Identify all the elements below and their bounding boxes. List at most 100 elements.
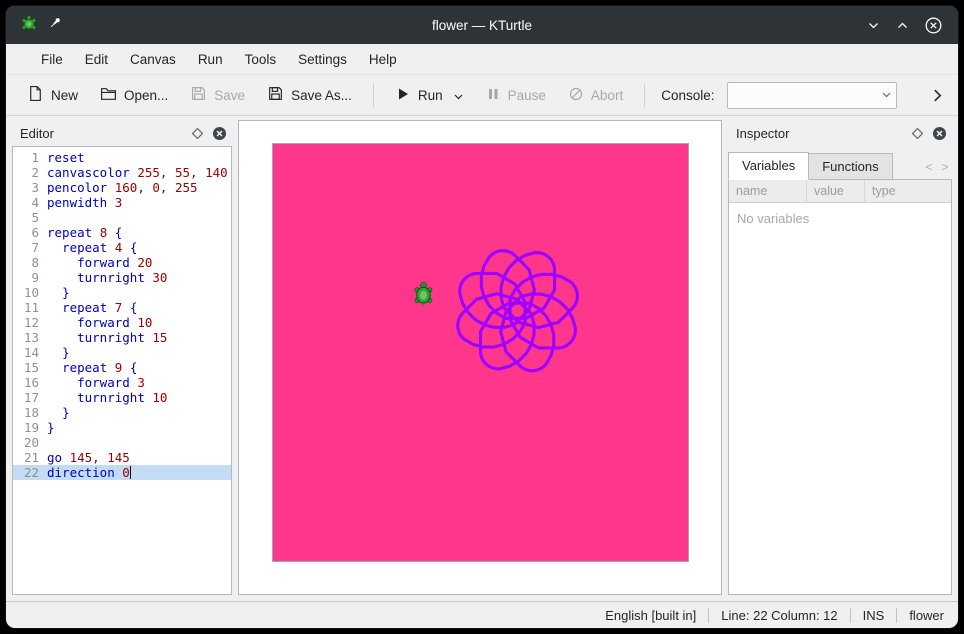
abort-button-label: Abort bbox=[591, 88, 623, 103]
code-line-20: 20 bbox=[13, 435, 231, 450]
pause-button-label: Pause bbox=[508, 88, 546, 103]
canvas-view[interactable] bbox=[238, 120, 722, 595]
window-title: flower — KTurtle bbox=[432, 18, 532, 33]
code-line-6: 6repeat 8 { bbox=[13, 225, 231, 240]
turtle-canvas[interactable] bbox=[272, 143, 689, 562]
code-line-22: 22direction 0 bbox=[13, 465, 231, 480]
code-line-7: 7 repeat 4 { bbox=[13, 240, 231, 255]
status-cursor-position: Line: 22 Column: 12 bbox=[721, 608, 837, 623]
status-separator bbox=[708, 608, 709, 623]
main-area: Editor 1reset2canvascolor 255, 55, 1403p… bbox=[6, 116, 958, 601]
menu-item-settings[interactable]: Settings bbox=[287, 48, 358, 71]
save-as-button-label: Save As... bbox=[291, 88, 352, 103]
status-language: English [built in] bbox=[605, 608, 696, 623]
column-header-value[interactable]: value bbox=[807, 180, 865, 202]
code-line-11: 11 repeat 7 { bbox=[13, 300, 231, 315]
code-line-9: 9 turnright 30 bbox=[13, 270, 231, 285]
save-as-button[interactable]: Save As... bbox=[258, 80, 361, 110]
console-combobox[interactable] bbox=[727, 82, 897, 109]
menu-item-run[interactable]: Run bbox=[187, 48, 234, 71]
code-line-17: 17 turnright 10 bbox=[13, 390, 231, 405]
open-button-label: Open... bbox=[124, 88, 168, 103]
toolbar-overflow-button[interactable] bbox=[927, 85, 948, 106]
inspector-tabs: VariablesFunctions < > bbox=[728, 152, 952, 179]
inspector-panel-title: Inspector bbox=[736, 126, 904, 141]
column-header-name[interactable]: name bbox=[729, 180, 807, 202]
menu-item-help[interactable]: Help bbox=[358, 48, 408, 71]
inspector-float-button[interactable] bbox=[908, 124, 926, 142]
open-folder-icon bbox=[100, 85, 117, 105]
editor-close-button[interactable] bbox=[210, 124, 228, 142]
editor-panel-header[interactable]: Editor bbox=[12, 120, 232, 146]
app-icon-turtle bbox=[20, 14, 38, 37]
status-script-name: flower bbox=[909, 608, 944, 623]
save-icon bbox=[190, 85, 207, 105]
code-line-4: 4penwidth 3 bbox=[13, 195, 231, 210]
empty-variables-text: No variables bbox=[729, 203, 951, 234]
status-separator bbox=[896, 608, 897, 623]
save-button-label: Save bbox=[214, 88, 245, 103]
minimize-button[interactable] bbox=[867, 19, 880, 32]
menu-item-canvas[interactable]: Canvas bbox=[119, 48, 187, 71]
menubar: FileEditCanvasRunToolsSettingsHelp bbox=[6, 44, 958, 75]
code-line-1: 1reset bbox=[13, 150, 231, 165]
inspector-panel: Inspector VariablesFunctions < > nameval… bbox=[728, 120, 952, 595]
tab-scroll-left-icon[interactable]: < bbox=[922, 160, 936, 179]
status-insert-mode: INS bbox=[863, 608, 885, 623]
code-line-16: 16 forward 3 bbox=[13, 375, 231, 390]
inspector-panel-header[interactable]: Inspector bbox=[728, 120, 952, 146]
code-line-13: 13 turnright 15 bbox=[13, 330, 231, 345]
code-line-19: 19} bbox=[13, 420, 231, 435]
variables-table-header: namevaluetype bbox=[729, 180, 951, 203]
code-line-12: 12 forward 10 bbox=[13, 315, 231, 330]
text-cursor bbox=[130, 466, 132, 479]
run-speed-chevron-icon[interactable] bbox=[454, 88, 463, 103]
close-button[interactable] bbox=[925, 17, 942, 34]
save-as-icon bbox=[267, 85, 284, 105]
menu-item-tools[interactable]: Tools bbox=[234, 48, 288, 71]
console-input[interactable] bbox=[728, 88, 878, 103]
maximize-button[interactable] bbox=[896, 19, 909, 32]
tab-functions[interactable]: Functions bbox=[808, 153, 892, 179]
open-button[interactable]: Open... bbox=[91, 80, 177, 110]
column-header-type[interactable]: type bbox=[865, 180, 951, 202]
new-button-label: New bbox=[51, 88, 78, 103]
kturtle-window: flower — KTurtle FileEditCanvasRunToolsS… bbox=[5, 5, 959, 629]
code-line-3: 3pencolor 160, 0, 255 bbox=[13, 180, 231, 195]
editor-panel: Editor 1reset2canvascolor 255, 55, 1403p… bbox=[12, 120, 232, 595]
abort-icon bbox=[568, 86, 584, 105]
tab-variables[interactable]: Variables bbox=[728, 152, 809, 180]
menu-item-edit[interactable]: Edit bbox=[74, 48, 119, 71]
pause-button: Pause bbox=[476, 81, 555, 110]
pin-icon[interactable] bbox=[48, 16, 62, 35]
toolbar-separator bbox=[644, 83, 645, 107]
statusbar: English [built in] Line: 22 Column: 12 I… bbox=[6, 601, 958, 628]
inspector-close-button[interactable] bbox=[930, 124, 948, 142]
variables-table: namevaluetype No variables bbox=[728, 179, 952, 595]
code-editor[interactable]: 1reset2canvascolor 255, 55, 1403pencolor… bbox=[12, 146, 232, 595]
toolbar-separator bbox=[373, 83, 374, 107]
toolbar: New Open... Save Save As... Run bbox=[6, 75, 958, 116]
run-button-label: Run bbox=[418, 88, 443, 103]
status-separator bbox=[850, 608, 851, 623]
menu-item-file[interactable]: File bbox=[30, 48, 74, 71]
run-play-icon bbox=[395, 86, 411, 105]
new-file-icon bbox=[27, 85, 44, 105]
run-button[interactable]: Run bbox=[386, 81, 472, 110]
tab-scroll-right-icon[interactable]: > bbox=[938, 160, 952, 179]
inspector-body: VariablesFunctions < > namevaluetype No … bbox=[728, 146, 952, 595]
code-line-8: 8 forward 20 bbox=[13, 255, 231, 270]
code-line-15: 15 repeat 9 { bbox=[13, 360, 231, 375]
console-label: Console: bbox=[661, 88, 714, 103]
pause-icon bbox=[485, 86, 501, 105]
editor-float-button[interactable] bbox=[188, 124, 206, 142]
code-line-14: 14 } bbox=[13, 345, 231, 360]
code-line-5: 5 bbox=[13, 210, 231, 225]
code-line-10: 10 } bbox=[13, 285, 231, 300]
console-dropdown-icon[interactable] bbox=[878, 92, 896, 98]
titlebar[interactable]: flower — KTurtle bbox=[6, 6, 958, 44]
code-line-21: 21go 145, 145 bbox=[13, 450, 231, 465]
new-button[interactable]: New bbox=[18, 80, 87, 110]
save-button: Save bbox=[181, 80, 254, 110]
code-line-18: 18 } bbox=[13, 405, 231, 420]
